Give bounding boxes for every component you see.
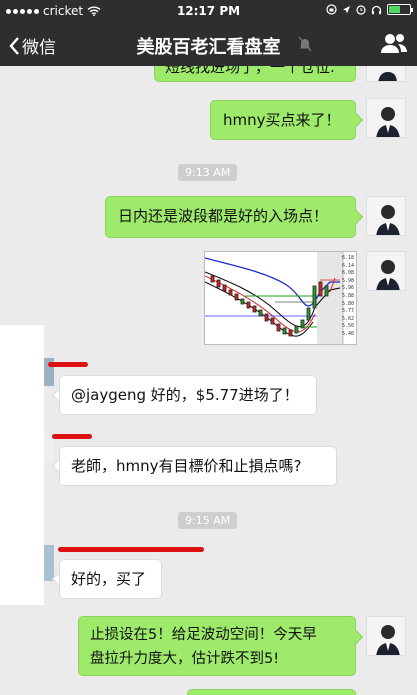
message-bubble-partial[interactable] bbox=[187, 689, 356, 695]
mute-bell-icon bbox=[298, 36, 312, 52]
location-icon bbox=[343, 5, 350, 13]
redacted-sender-name bbox=[52, 434, 92, 439]
message-bubble-m1[interactable]: hmny买点来了！ bbox=[210, 100, 356, 140]
avatar-other[interactable] bbox=[44, 545, 54, 581]
battery-icon bbox=[387, 4, 413, 15]
avatar-icon bbox=[367, 252, 405, 290]
message-text: 好的，买了 bbox=[71, 570, 147, 588]
redaction-box bbox=[0, 325, 44, 605]
chart-screenshot-image[interactable]: 6.18 6.14 6.08 5.98 5.96 5.88 5.80 5.77 … bbox=[204, 251, 357, 345]
rotation-lock-icon bbox=[326, 4, 337, 15]
avatar-icon bbox=[367, 617, 405, 655]
message-text: @jaygeng 好的，$5.77进场了！ bbox=[71, 386, 299, 404]
message-text: 日内还是波段都是好的入场点！ bbox=[118, 207, 329, 225]
message-bubble-m4[interactable]: 老師，hmny有目標价和止損点嗎? bbox=[59, 446, 337, 486]
timestamp: 9:13 AM bbox=[178, 164, 238, 181]
chat-title: 美股百老汇看盘室 bbox=[136, 37, 281, 58]
message-text: hmny买点来了！ bbox=[223, 111, 341, 129]
message-bubble-m2[interactable]: 日内还是波段都是好的入场点！ bbox=[105, 196, 356, 238]
candlestick-chart bbox=[204, 252, 356, 344]
avatar-self[interactable] bbox=[366, 98, 406, 138]
avatar-self[interactable] bbox=[366, 616, 406, 656]
message-bubble-m5[interactable]: 好的，买了 bbox=[59, 559, 162, 599]
avatar-self[interactable] bbox=[366, 251, 406, 291]
status-bar: cricket 12:17 PM bbox=[0, 0, 417, 22]
avatar-icon bbox=[367, 197, 405, 235]
top-bar: cricket 12:17 PM 微信 美股百老汇看盘室 bbox=[0, 0, 417, 66]
redacted-sender-name bbox=[58, 547, 204, 552]
message-bubble-m6[interactable]: 止损设在5！给足波动空间！今天早 盘拉升力度大，估计跌不到5! bbox=[78, 616, 356, 676]
message-text-line-1: 止损设在5！给足波动空间！今天早 bbox=[90, 627, 317, 643]
message-text: 老師，hmny有目標价和止損点嗎? bbox=[71, 457, 302, 475]
message-bubble-m3[interactable]: @jaygeng 好的，$5.77进场了！ bbox=[59, 375, 317, 415]
avatar-self[interactable] bbox=[366, 196, 406, 236]
redacted-sender-name bbox=[48, 362, 88, 367]
headphones-icon bbox=[371, 5, 382, 14]
message-text-line-2: 盘拉升力度大，估计跌不到5! bbox=[90, 651, 280, 667]
avatar-icon bbox=[367, 99, 405, 137]
group-info-icon[interactable] bbox=[381, 32, 407, 54]
timestamp: 9:15 AM bbox=[178, 512, 238, 529]
nav-bar: 微信 美股百老汇看盘室 bbox=[0, 22, 417, 66]
alarm-icon bbox=[356, 5, 366, 15]
price-axis: 6.18 6.14 6.08 5.98 5.96 5.88 5.80 5.77 … bbox=[341, 255, 354, 337]
